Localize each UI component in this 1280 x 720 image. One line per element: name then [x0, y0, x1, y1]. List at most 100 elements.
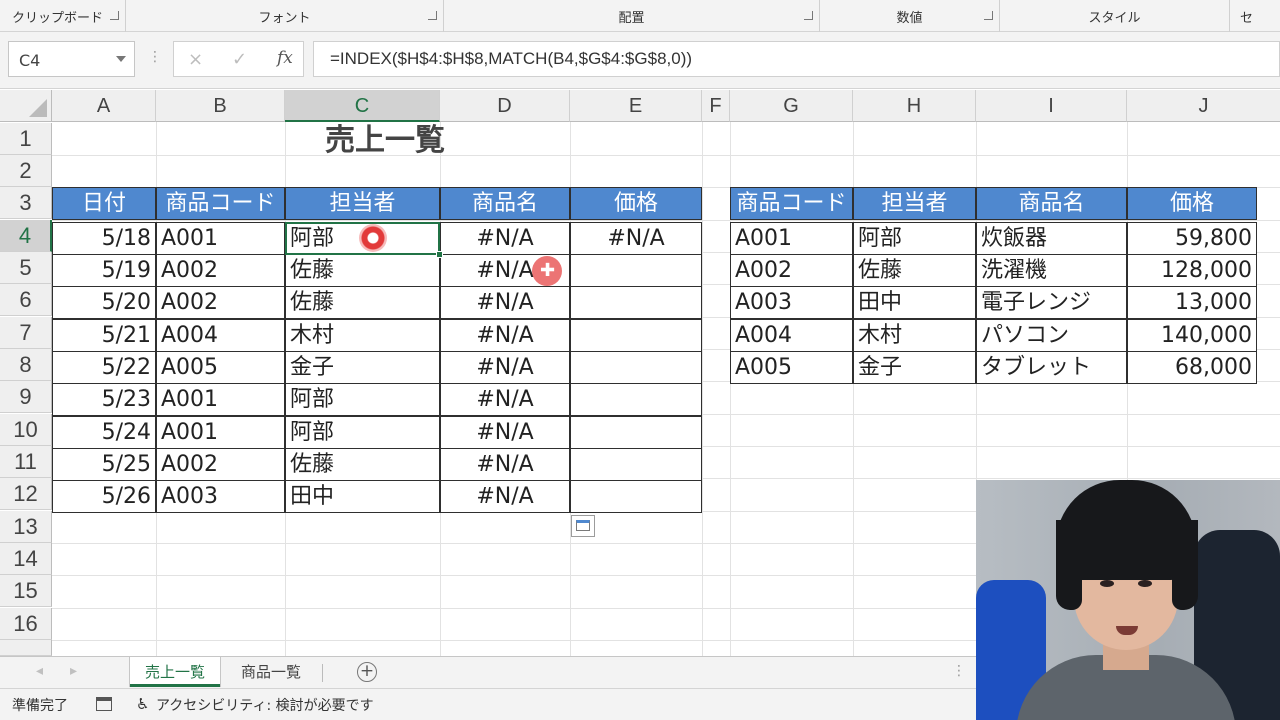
- table-cell-code[interactable]: A002: [156, 254, 285, 287]
- table-cell-price[interactable]: [570, 351, 702, 384]
- column-header-a[interactable]: A: [52, 90, 156, 122]
- column-header-j[interactable]: J: [1127, 90, 1280, 122]
- sales-header-person[interactable]: 担当者: [285, 187, 440, 220]
- enter-icon[interactable]: ✓: [232, 49, 247, 70]
- table-cell-product[interactable]: #N/A: [440, 480, 570, 513]
- table-cell-date[interactable]: 5/22: [52, 351, 156, 384]
- table-cell-price[interactable]: [570, 480, 702, 513]
- row-header-1[interactable]: 1: [0, 123, 52, 156]
- dialog-launcher-icon[interactable]: [804, 11, 813, 20]
- row-header-16[interactable]: 16: [0, 608, 52, 641]
- column-header-g[interactable]: G: [730, 90, 853, 122]
- dialog-launcher-icon[interactable]: [984, 11, 993, 20]
- row-header-9[interactable]: 9: [0, 381, 52, 414]
- sales-header-code[interactable]: 商品コード: [156, 187, 285, 220]
- master-header-price[interactable]: 価格: [1127, 187, 1257, 220]
- accessibility-icon[interactable]: ♿: [136, 695, 149, 713]
- add-sheet-icon[interactable]: +: [357, 662, 377, 682]
- table-cell-code[interactable]: A001: [730, 222, 853, 255]
- name-box[interactable]: C4: [8, 41, 135, 77]
- table-cell-person[interactable]: 佐藤: [853, 254, 976, 287]
- fill-handle[interactable]: [436, 251, 443, 258]
- accessibility-status[interactable]: アクセシビリティ: 検討が必要です: [156, 695, 374, 715]
- row-header-4[interactable]: 4: [0, 220, 52, 253]
- prev-sheet-icon[interactable]: ◂: [36, 663, 43, 679]
- master-header-product[interactable]: 商品名: [976, 187, 1127, 220]
- row-header-8[interactable]: 8: [0, 349, 52, 382]
- sales-header-price[interactable]: 価格: [570, 187, 702, 220]
- sales-header-date[interactable]: 日付: [52, 187, 156, 220]
- insert-function-icon[interactable]: fx: [277, 48, 293, 68]
- table-cell-product[interactable]: #N/A: [440, 416, 570, 449]
- table-cell-code[interactable]: A005: [156, 351, 285, 384]
- table-cell-product[interactable]: #N/A: [440, 222, 570, 255]
- table-cell-price[interactable]: [570, 416, 702, 449]
- row-header-2[interactable]: 2: [0, 155, 52, 188]
- column-header-d[interactable]: D: [440, 90, 570, 122]
- table-cell-product[interactable]: #N/A: [440, 448, 570, 481]
- select-all-button[interactable]: [0, 90, 52, 122]
- table-cell-price[interactable]: 68,000: [1127, 351, 1257, 384]
- row-header-3[interactable]: 3: [0, 187, 52, 220]
- column-header-c[interactable]: C: [285, 90, 440, 122]
- tab-splitter-icon[interactable]: ⋮: [952, 663, 966, 679]
- dialog-launcher-icon[interactable]: [428, 11, 437, 20]
- chevron-down-icon[interactable]: [116, 56, 126, 62]
- sheet-tab-sales[interactable]: 売上一覧: [130, 657, 220, 687]
- table-cell-product[interactable]: #N/A: [440, 351, 570, 384]
- table-cell-code[interactable]: A002: [730, 254, 853, 287]
- cancel-icon[interactable]: ×: [188, 49, 203, 70]
- table-cell-product[interactable]: #N/A: [440, 286, 570, 319]
- macro-recording-icon[interactable]: [96, 697, 112, 711]
- table-cell-code[interactable]: A002: [156, 286, 285, 319]
- table-cell-price[interactable]: 13,000: [1127, 286, 1257, 319]
- sheet-tab-products[interactable]: 商品一覧: [226, 657, 316, 687]
- table-cell-code[interactable]: A004: [156, 319, 285, 352]
- table-cell-date[interactable]: 5/21: [52, 319, 156, 352]
- table-cell-person[interactable]: 田中: [285, 480, 440, 513]
- table-cell-person[interactable]: 金子: [285, 351, 440, 384]
- row-header-12[interactable]: 12: [0, 478, 52, 511]
- table-cell-code[interactable]: A003: [730, 286, 853, 319]
- table-cell-person[interactable]: 佐藤: [285, 286, 440, 319]
- table-cell-code[interactable]: A001: [156, 416, 285, 449]
- table-cell-date[interactable]: 5/26: [52, 480, 156, 513]
- table-cell-product[interactable]: 電子レンジ: [976, 286, 1127, 319]
- master-header-code[interactable]: 商品コード: [730, 187, 853, 220]
- table-cell-price[interactable]: [570, 448, 702, 481]
- table-cell-code[interactable]: A001: [156, 222, 285, 255]
- row-header-13[interactable]: 13: [0, 511, 52, 544]
- more-options-icon[interactable]: ⋮: [148, 49, 162, 65]
- row-header-7[interactable]: 7: [0, 317, 52, 350]
- table-cell-person[interactable]: 佐藤: [285, 448, 440, 481]
- table-cell-date[interactable]: 5/20: [52, 286, 156, 319]
- formula-input[interactable]: =INDEX($H$4:$H$8,MATCH(B4,$G$4:$G$8,0)): [313, 41, 1280, 77]
- table-cell-date[interactable]: 5/24: [52, 416, 156, 449]
- column-header-i[interactable]: I: [976, 90, 1127, 122]
- column-header-b[interactable]: B: [156, 90, 285, 122]
- table-cell-price[interactable]: [570, 383, 702, 416]
- row-header-6[interactable]: 6: [0, 284, 52, 317]
- table-cell-date[interactable]: 5/25: [52, 448, 156, 481]
- table-cell-date[interactable]: 5/23: [52, 383, 156, 416]
- table-cell-date[interactable]: 5/19: [52, 254, 156, 287]
- table-cell-code[interactable]: A002: [156, 448, 285, 481]
- next-sheet-icon[interactable]: ▸: [70, 663, 77, 679]
- column-header-f[interactable]: F: [702, 90, 730, 122]
- row-header-17[interactable]: [0, 640, 52, 656]
- row-header-11[interactable]: 11: [0, 446, 52, 479]
- row-header-14[interactable]: 14: [0, 543, 52, 576]
- row-header-5[interactable]: 5: [0, 252, 52, 285]
- table-cell-price[interactable]: 128,000: [1127, 254, 1257, 287]
- master-header-person[interactable]: 担当者: [853, 187, 976, 220]
- row-header-15[interactable]: 15: [0, 575, 52, 608]
- table-cell-person[interactable]: 田中: [853, 286, 976, 319]
- table-cell-product[interactable]: タブレット: [976, 351, 1127, 384]
- table-cell-code[interactable]: A004: [730, 319, 853, 352]
- table-cell-person[interactable]: 佐藤: [285, 254, 440, 287]
- table-cell-price[interactable]: 59,800: [1127, 222, 1257, 255]
- table-cell-product[interactable]: #N/A: [440, 319, 570, 352]
- table-cell-person[interactable]: 木村: [285, 319, 440, 352]
- table-cell-product[interactable]: #N/A: [440, 383, 570, 416]
- sales-header-product[interactable]: 商品名: [440, 187, 570, 220]
